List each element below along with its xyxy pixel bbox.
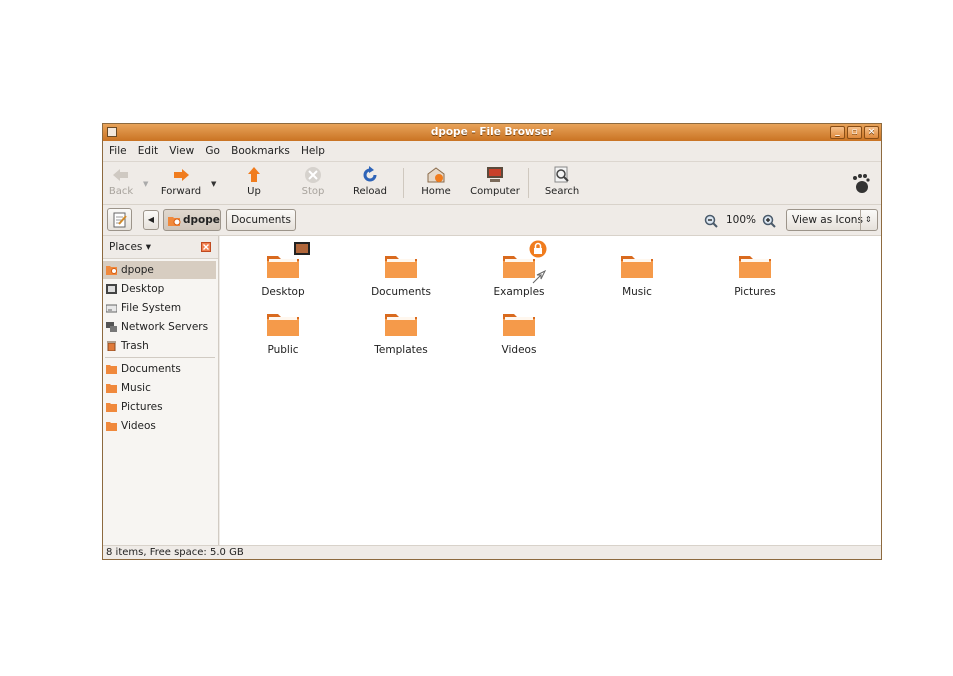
folder-icon	[267, 256, 299, 278]
stop-icon	[305, 167, 321, 183]
back-button[interactable]: Back	[106, 166, 136, 197]
menu-view[interactable]: View	[169, 145, 194, 157]
sidebar-header: Places ▾	[103, 236, 218, 259]
maximize-button[interactable]: ▫	[847, 126, 862, 139]
location-bar: ◀ dpope Documents 100% View as Icons ⇕	[103, 205, 881, 236]
toggle-location-entry-button[interactable]	[107, 208, 132, 231]
zoom-in-icon[interactable]	[762, 214, 776, 228]
menu-bar: File Edit View Go Bookmarks Help	[103, 142, 881, 162]
computer-button[interactable]: Computer	[469, 166, 521, 197]
status-bar: 8 items, Free space: 5.0 GB	[103, 545, 881, 559]
file-item-documents[interactable]: Documents	[356, 252, 446, 298]
zoom-level: 100%	[726, 214, 757, 226]
search-icon	[554, 166, 569, 183]
file-item-pictures[interactable]: Pictures	[710, 252, 800, 298]
folder-icon	[267, 314, 299, 336]
sidebar-item-desktop[interactable]: Desktop	[103, 280, 216, 298]
sidebar-item-pictures[interactable]: Pictures	[103, 398, 216, 416]
folder-icon	[385, 314, 417, 336]
toolbar-separator	[403, 168, 404, 198]
folder-icon	[106, 365, 117, 374]
forward-history-dropdown[interactable]: ▼	[211, 180, 216, 188]
file-view[interactable]: Desktop Documents Examples Music Picture…	[220, 236, 881, 545]
toolbar-separator	[528, 168, 529, 198]
desktop-icon	[106, 284, 117, 294]
sidebar-item-network-servers[interactable]: Network Servers	[103, 318, 216, 336]
search-button[interactable]: Search	[542, 166, 582, 197]
menu-file[interactable]: File	[109, 145, 127, 157]
sidebar: Places ▾ dpope Desktop File System Netwo…	[103, 236, 219, 545]
desktop-emblem-icon	[294, 242, 310, 255]
folder-icon	[385, 256, 417, 278]
reload-button[interactable]: Reload	[351, 166, 389, 197]
forward-button[interactable]: Forward	[158, 166, 204, 197]
toolbar: Back ▼ Forward ▼ Up Stop Reload Home Com…	[103, 162, 881, 205]
computer-icon	[487, 167, 503, 182]
zoom-out-icon[interactable]	[704, 214, 718, 228]
folder-icon	[106, 403, 117, 412]
folder-icon	[621, 256, 653, 278]
up-arrow-icon	[248, 167, 260, 182]
places-dropdown[interactable]: Places ▾	[109, 241, 151, 253]
close-button[interactable]: ×	[864, 126, 879, 139]
lock-emblem-icon	[529, 240, 547, 258]
sidebar-divider	[105, 357, 215, 358]
trash-icon	[107, 341, 116, 351]
home-folder-icon	[106, 266, 117, 275]
home-icon	[427, 167, 445, 183]
breadcrumb-dpope[interactable]: dpope	[163, 209, 221, 231]
sidebar-item-dpope[interactable]: dpope	[103, 261, 216, 279]
window-title: dpope - File Browser	[430, 126, 554, 138]
back-arrow-icon	[113, 169, 128, 181]
breadcrumb-scroll-left[interactable]: ◀	[143, 210, 159, 230]
file-item-music[interactable]: Music	[592, 252, 682, 298]
menu-go[interactable]: Go	[205, 145, 220, 157]
up-button[interactable]: Up	[239, 166, 269, 197]
menu-edit[interactable]: Edit	[138, 145, 158, 157]
sidebar-item-music[interactable]: Music	[103, 379, 216, 397]
sidebar-item-videos[interactable]: Videos	[103, 417, 216, 435]
file-item-examples[interactable]: Examples	[474, 240, 564, 298]
network-icon	[106, 322, 117, 332]
file-item-desktop[interactable]: Desktop	[238, 242, 328, 298]
status-text: 8 items, Free space: 5.0 GB	[106, 547, 244, 558]
sidebar-item-trash[interactable]: Trash	[103, 337, 216, 355]
menu-bookmarks[interactable]: Bookmarks	[231, 145, 290, 157]
harddisk-icon	[106, 304, 117, 313]
gnome-foot-icon	[853, 174, 870, 193]
sidebar-item-documents[interactable]: Documents	[103, 360, 216, 378]
title-bar[interactable]: dpope - File Browser _ ▫ ×	[103, 124, 881, 141]
minimize-button[interactable]: _	[830, 126, 845, 139]
folder-icon	[739, 256, 771, 278]
window-menu-icon[interactable]	[107, 127, 117, 137]
home-folder-icon	[168, 217, 181, 226]
folder-icon	[503, 314, 535, 336]
file-item-public[interactable]: Public	[238, 310, 328, 356]
menu-help[interactable]: Help	[301, 145, 325, 157]
edit-location-icon	[113, 212, 127, 228]
folder-icon	[106, 384, 117, 393]
view-mode-select[interactable]: View as Icons ⇕	[786, 209, 878, 231]
stop-button[interactable]: Stop	[298, 166, 328, 197]
file-browser-window: dpope - File Browser _ ▫ × File Edit Vie…	[102, 123, 882, 560]
file-item-videos[interactable]: Videos	[474, 310, 564, 356]
reload-icon	[363, 166, 377, 182]
back-history-dropdown[interactable]: ▼	[143, 180, 148, 188]
symlink-arrow-icon	[532, 270, 546, 284]
breadcrumb-documents[interactable]: Documents	[226, 209, 296, 231]
home-button[interactable]: Home	[418, 166, 454, 197]
close-sidebar-icon[interactable]	[201, 242, 211, 252]
file-item-templates[interactable]: Templates	[356, 310, 446, 356]
forward-arrow-icon	[174, 169, 189, 181]
sidebar-item-file-system[interactable]: File System	[103, 299, 216, 317]
folder-icon	[106, 422, 117, 431]
select-arrows-icon: ⇕	[865, 215, 872, 224]
